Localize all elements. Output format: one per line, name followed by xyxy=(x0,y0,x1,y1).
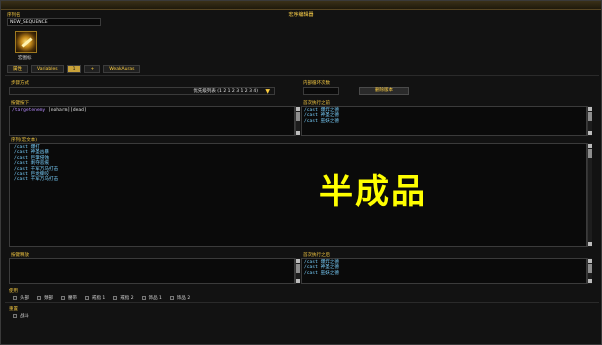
scroll-down-icon[interactable] xyxy=(296,131,300,135)
post-macro-scrollbar[interactable] xyxy=(587,258,592,284)
checkbox-combat[interactable]: 战斗 xyxy=(13,313,29,319)
tab-add-version[interactable]: + xyxy=(84,65,101,73)
tab-variables[interactable]: Variables xyxy=(31,65,64,73)
scroll-up-icon[interactable] xyxy=(588,144,592,148)
inner-loop-label: 内部循环次数 xyxy=(303,81,330,86)
version-tabs: 属性 Variables 1 + WeakAuras xyxy=(7,65,141,73)
editor-window: 宏序编辑器 序列名 NEW_SEQUENCE 宏图标 属性 Variables … xyxy=(0,0,602,345)
checkbox-head[interactable]: 头部 xyxy=(13,295,29,301)
scroll-thumb[interactable] xyxy=(588,112,592,121)
divider xyxy=(5,75,599,76)
use-checkbox-row: 头部 颈部 腰带 戒指 1 戒指 2 饰品 1 饰品 2 xyxy=(13,295,198,301)
title-bar[interactable]: 宏序编辑器 xyxy=(1,1,601,18)
keypress-editor[interactable]: /targetenemy [noharm][dead] xyxy=(9,106,295,136)
pre-macro-editor[interactable]: /cast 爆炸之德 /cast 神圣之德 /cast 巫妖之德 xyxy=(301,106,587,136)
post-macro-line: /cast 巫妖之德 xyxy=(304,270,339,276)
keypress-scrollbar[interactable] xyxy=(295,106,300,136)
scroll-up-icon[interactable] xyxy=(296,259,300,263)
pre-macro-scrollbar[interactable] xyxy=(587,106,592,136)
sequence-line: /cast 千军万马打击 xyxy=(14,177,59,183)
scroll-thumb[interactable] xyxy=(296,264,300,273)
inner-loop-input[interactable] xyxy=(303,87,339,95)
keypress-command: /targetenemy xyxy=(12,108,46,113)
scroll-thumb[interactable] xyxy=(588,264,592,273)
checkbox-neck[interactable]: 颈部 xyxy=(37,295,53,301)
reset-checkbox-row: 战斗 xyxy=(13,313,37,319)
scroll-down-icon[interactable] xyxy=(588,279,592,283)
checkbox-ring-1[interactable]: 戒指 1 xyxy=(85,295,105,301)
scroll-up-icon[interactable] xyxy=(588,107,592,111)
checkbox-trinket-2[interactable]: 饰品 2 xyxy=(169,295,190,301)
checkbox-belt[interactable]: 腰带 xyxy=(61,295,77,301)
scroll-thumb[interactable] xyxy=(296,112,300,121)
sequence-body-scrollbar[interactable] xyxy=(587,143,592,247)
sequence-name-input[interactable]: NEW_SEQUENCE xyxy=(7,18,101,26)
chevron-down-icon: ▼ xyxy=(265,88,270,95)
keypress-condition: [noharm][dead] xyxy=(47,108,87,113)
post-macro-editor[interactable]: /cast 爆炸之德 /cast 神圣之德 /cast 巫妖之德 xyxy=(301,258,587,284)
scroll-down-icon[interactable] xyxy=(588,131,592,135)
delete-version-button[interactable]: 删除版本 xyxy=(359,87,409,95)
divider xyxy=(5,302,599,303)
checkbox-trinket-1[interactable]: 饰品 1 xyxy=(141,295,162,301)
reset-label: 重置 xyxy=(9,307,18,312)
step-function-label: 步骤方式 xyxy=(11,81,29,86)
step-function-dropdown[interactable]: 优先级列表 (1 2 1 2 3 1 2 3 4) ▼ xyxy=(9,87,275,95)
macro-icon-caption: 宏图标 xyxy=(18,56,32,61)
checkbox-ring-2[interactable]: 戒指 2 xyxy=(113,295,134,301)
scroll-up-icon[interactable] xyxy=(588,259,592,263)
macro-icon[interactable] xyxy=(15,31,37,53)
keyrelease-editor[interactable] xyxy=(9,258,295,284)
scroll-thumb[interactable] xyxy=(588,149,592,158)
scroll-up-icon[interactable] xyxy=(296,107,300,111)
tab-properties[interactable]: 属性 xyxy=(7,65,28,73)
tab-version-1[interactable]: 1 xyxy=(66,65,82,73)
window-title: 宏序编辑器 xyxy=(288,12,314,18)
sequence-body-editor[interactable]: /cast 爆打 /cast 神圣凶暴 /cast 巨掌侵蚀 /cast 剥夺恶… xyxy=(9,143,587,247)
use-label: 使用 xyxy=(9,289,18,294)
keyrelease-scrollbar[interactable] xyxy=(295,258,300,284)
watermark-text: 半成品 xyxy=(319,172,427,212)
tab-weakauras[interactable]: WeakAuras xyxy=(103,65,141,73)
step-function-value: 优先级列表 (1 2 1 2 3 1 2 3 4) xyxy=(193,89,258,94)
pre-macro-line: /cast 巫妖之德 xyxy=(304,118,339,124)
scroll-down-icon[interactable] xyxy=(588,242,592,246)
scroll-down-icon[interactable] xyxy=(296,279,300,283)
